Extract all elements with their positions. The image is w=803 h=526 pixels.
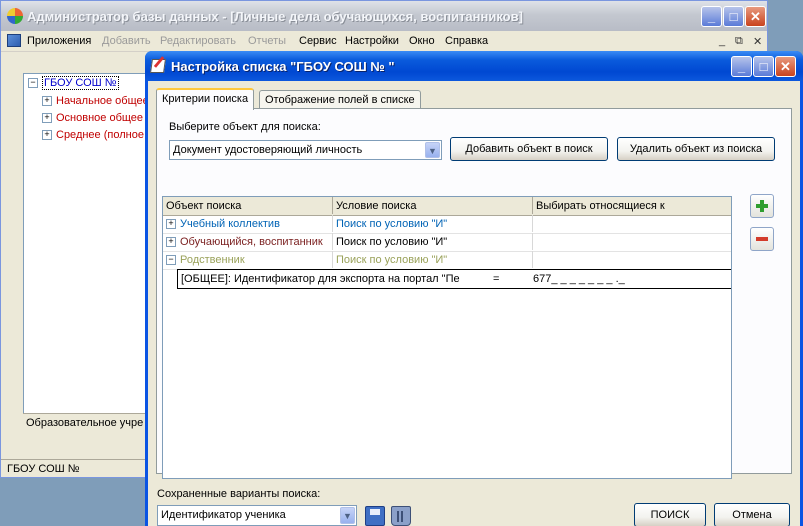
tree-item-label: Среднее (полное (56, 129, 144, 141)
grid-condition-cell[interactable]: Поиск по условию "И" (333, 233, 533, 250)
menu-service[interactable]: Сервис (299, 35, 337, 47)
dialog-body: Критерии поиска Отображение полей в спис… (148, 81, 800, 526)
status-text: ГБОУ СОШ № (7, 463, 80, 475)
menu-reports[interactable]: Отчеты (248, 35, 286, 47)
criteria-subrow[interactable]: [ОБЩЕЕ]: Идентификатор для экспорта на п… (177, 269, 731, 289)
search-button[interactable]: ПОИСК (634, 503, 706, 526)
collapse-icon[interactable]: − (166, 255, 176, 266)
remove-object-button[interactable]: Удалить объект из поиска (617, 137, 775, 161)
expand-icon[interactable]: + (42, 113, 52, 124)
edit-list-icon (150, 59, 166, 73)
main-maximize-button[interactable]: □ (723, 6, 744, 27)
saved-variants-select[interactable]: Идентификатор ученика ▼ (157, 505, 357, 526)
mdi-minimize-icon[interactable]: _ (719, 35, 725, 47)
menu-window[interactable]: Окно (409, 35, 435, 47)
dialog-titlebar[interactable]: Настройка списка "ГБОУ СОШ № " _ □ ✕ (145, 51, 803, 81)
criteria-operator-cell[interactable]: = (490, 270, 520, 288)
delete-variant-icon[interactable] (391, 506, 411, 526)
tree-item-label: Основное общее (56, 112, 144, 124)
menubar: Приложения Добавить Редактировать Отчеты… (1, 31, 767, 52)
main-close-button[interactable]: ✕ (745, 6, 766, 27)
expand-icon[interactable]: + (166, 219, 176, 230)
grid-header: Объект поиска Условие поиска Выбирать от… (163, 197, 731, 216)
grid-relates-cell[interactable] (533, 233, 731, 250)
tab-field-display[interactable]: Отображение полей в списке (259, 90, 421, 110)
add-criteria-plus-icon[interactable] (750, 194, 774, 218)
tree-item-primary[interactable]: + Начальное общее (42, 95, 149, 107)
grid-condition-cell[interactable]: Поиск по условию "И" (333, 215, 533, 232)
criteria-field-cell[interactable]: [ОБЩЕЕ]: Идентификатор для экспорта на п… (178, 270, 462, 288)
search-object-select[interactable]: Документ удостоверяющий личность ▼ (169, 140, 442, 160)
main-minimize-button[interactable]: _ (701, 6, 722, 27)
tree-item-secondary[interactable]: + Среднее (полное (42, 129, 144, 141)
add-object-button[interactable]: Добавить объект в поиск (450, 137, 608, 161)
select-object-label: Выберите объект для поиска: (169, 121, 321, 133)
expand-icon[interactable]: + (42, 130, 52, 141)
grid-condition-cell[interactable]: Поиск по условию "И" (333, 251, 533, 268)
dialog-maximize-button[interactable]: □ (753, 56, 774, 77)
menu-help[interactable]: Справка (445, 35, 488, 47)
saved-variants-label: Сохраненные варианты поиска: (157, 488, 321, 500)
tree-item-label: Начальное общее (56, 95, 149, 107)
table-row[interactable]: + Обучающийся, воспитанник Поиск по услов… (163, 233, 731, 252)
dialog-close-button[interactable]: ✕ (775, 56, 796, 77)
dialog-minimize-button[interactable]: _ (731, 56, 752, 77)
column-header[interactable]: Условие поиска (333, 197, 533, 214)
tree-root[interactable]: − ГБОУ СОШ № (28, 76, 119, 90)
tree-item-basic[interactable]: + Основное общее (42, 112, 143, 124)
remove-criteria-minus-icon[interactable] (750, 227, 774, 251)
grid-object-cell: + Обучающийся, воспитанник (163, 233, 333, 250)
grid-relates-cell[interactable] (533, 215, 731, 232)
menu-add[interactable]: Добавить (102, 35, 151, 47)
menu-applications[interactable]: Приложения (27, 35, 91, 47)
mdi-document-icon[interactable] (7, 34, 21, 47)
expand-icon[interactable]: + (166, 237, 176, 248)
save-variant-icon[interactable] (365, 506, 385, 526)
search-object-value: Документ удостоверяющий личность (173, 144, 363, 156)
settings-dialog: Настройка списка "ГБОУ СОШ № " _ □ ✕ Кри… (145, 51, 803, 526)
collapse-icon[interactable]: − (28, 78, 38, 89)
column-header[interactable]: Выбирать относящиеся к (533, 197, 731, 214)
mdi-close-icon[interactable]: ✕ (753, 35, 762, 48)
grid-object-cell: + Учебный коллектив (163, 215, 333, 232)
table-row[interactable]: + Учебный коллектив Поиск по условию "И" (163, 215, 731, 234)
chevron-down-icon[interactable]: ▼ (340, 507, 355, 524)
tree-root-label: ГБОУ СОШ № (42, 76, 119, 90)
chevron-down-icon[interactable]: ▼ (425, 142, 440, 158)
column-header[interactable]: Объект поиска (163, 197, 333, 214)
tab-search-criteria[interactable]: Критерии поиска (156, 88, 255, 110)
grid-relates-cell[interactable] (533, 251, 731, 268)
criteria-grid: Объект поиска Условие поиска Выбирать от… (162, 196, 732, 479)
saved-variants-value: Идентификатор ученика (161, 509, 286, 521)
mdi-restore-icon[interactable]: ⧉ (735, 35, 743, 48)
grid-object-cell: − Родственник (163, 251, 333, 268)
dialog-title: Настройка списка "ГБОУ СОШ № " (171, 59, 395, 74)
criteria-value-input[interactable]: 677_ _ _ _ _ _ _ ._ (530, 270, 730, 288)
table-row[interactable]: − Родственник Поиск по условию "И" (163, 251, 731, 270)
expand-icon[interactable]: + (42, 96, 52, 107)
menu-settings[interactable]: Настройки (345, 35, 399, 47)
cancel-button[interactable]: Отмена (714, 503, 790, 526)
main-titlebar[interactable]: Администратор базы данных - [Личные дела… (1, 1, 767, 31)
main-window-title: Администратор базы данных - [Личные дела… (27, 9, 523, 24)
menu-edit[interactable]: Редактировать (160, 35, 236, 47)
app-icon (7, 8, 23, 24)
